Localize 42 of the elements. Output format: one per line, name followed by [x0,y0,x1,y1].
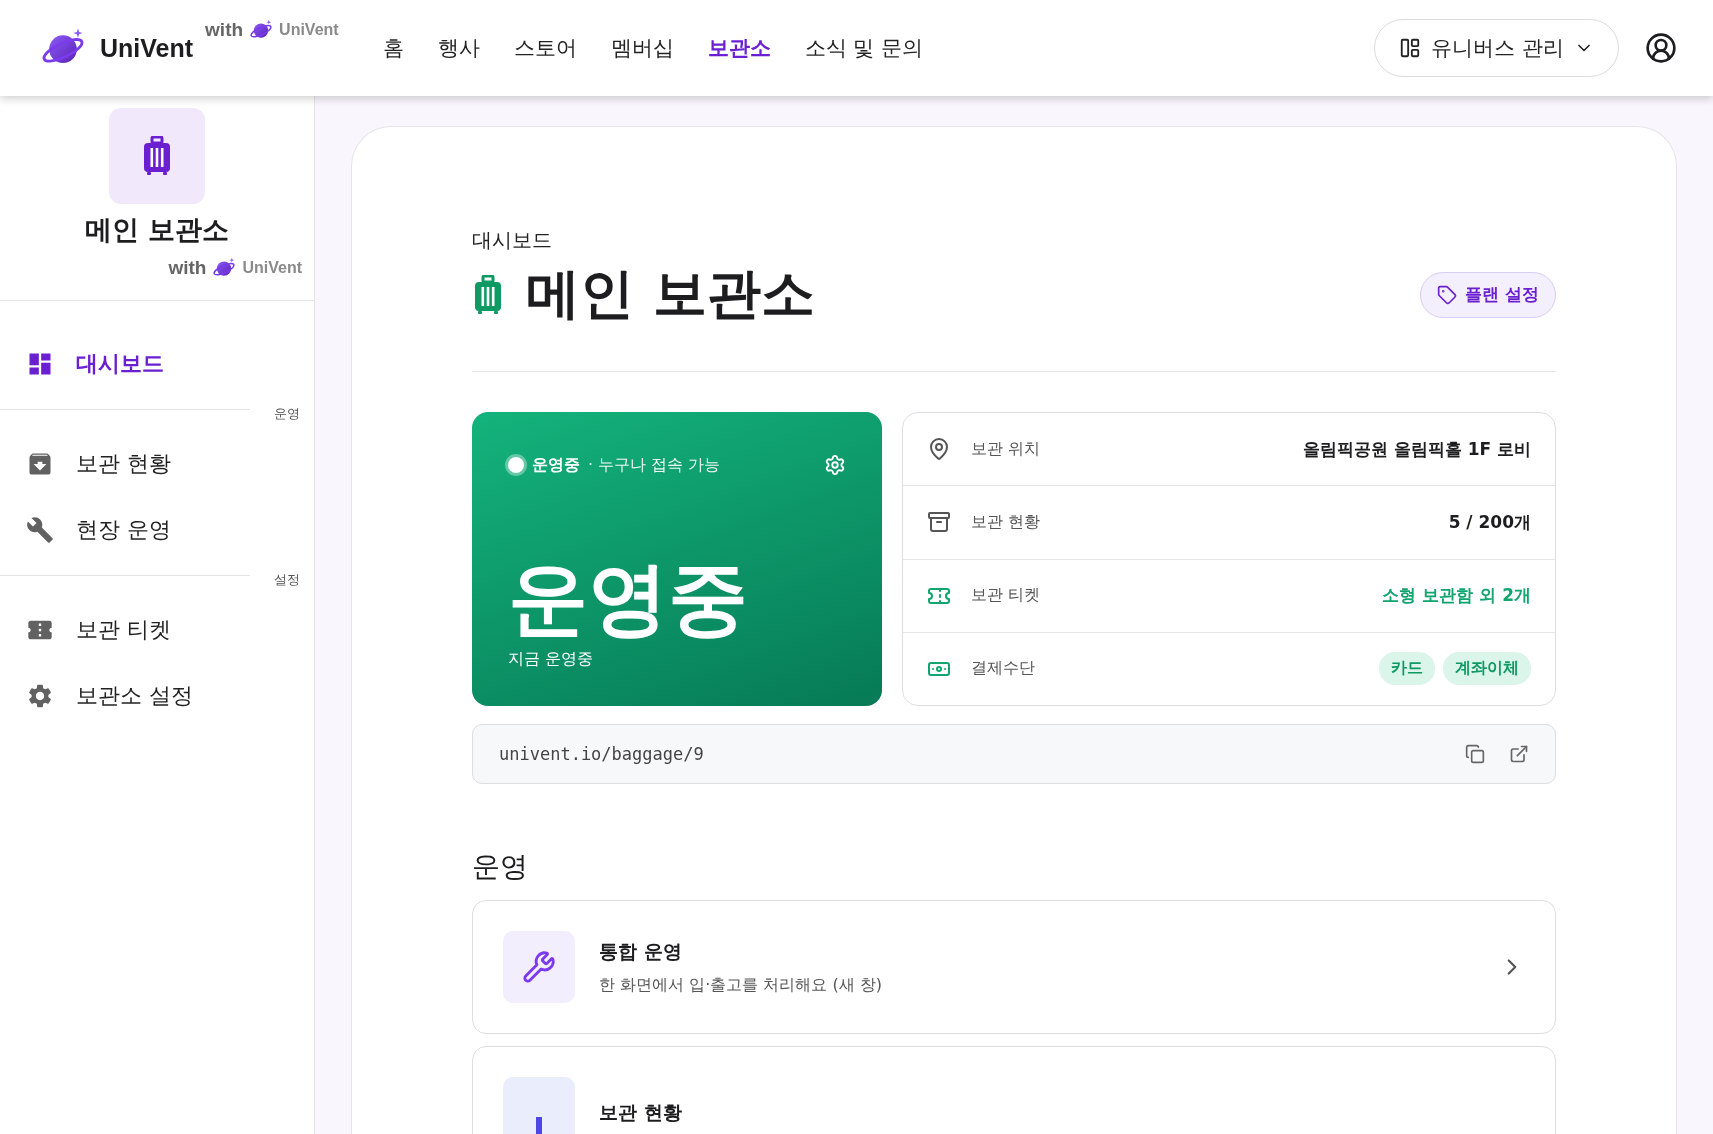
sidebar-item[interactable]: 대시보드 [0,331,314,397]
partner-name: UniVent [242,259,302,277]
sidebar-title: 메인 보관소 [84,213,230,247]
nav-link[interactable]: 홈 [382,34,404,62]
payment-tag: 계좌이체 [1443,652,1531,686]
section-label: 운영 [274,405,301,423]
access-label: · 누구나 접속 가능 [588,454,721,476]
sidebar-item[interactable]: 보관 현황 [0,431,314,497]
partner-name: UniVent [279,21,339,39]
menu-card-title: 통합 운영 [599,938,683,964]
with-label: with [205,19,244,41]
sidebar-item[interactable]: 보관소 설정 [0,663,314,729]
nav-link[interactable]: 소식 및 문의 [804,34,923,62]
breadcrumb: 대시보드 [472,227,553,254]
info-label: 보관 현황 [971,511,1041,533]
nav-link[interactable]: 스토어 [513,34,577,62]
status-caption: 지금 운영중 [508,649,595,670]
status-headline: 운영중 [508,559,749,639]
nav-link[interactable]: 보관소 [707,34,771,62]
section-title: 운영 [472,849,529,885]
menu-card[interactable]: 보관 현황 [472,1046,1556,1134]
sidebar-item[interactable]: 보관 티켓 [0,597,314,663]
brand-name[interactable]: UniVent [100,33,194,63]
nav-link[interactable]: 멤버십 [610,34,674,62]
section-label: 설정 [274,571,301,589]
url-text: univent.io/baggage/9 [499,744,704,764]
info-value: 올림픽공원 올림픽홀 1F 로비 [1302,437,1531,461]
info-label: 결제수단 [971,658,1035,680]
status-label: 운영중 [532,454,580,476]
info-value: 5 / 200개 [1448,510,1531,534]
plan-settings-button[interactable]: 플랜 설정 [1420,271,1556,318]
menu-card-description: 한 화면에서 입·출고를 처리해요 (새 창) [599,974,882,996]
info-label: 보관 위치 [971,438,1041,460]
menu-card[interactable]: 통합 운영 한 화면에서 입·출고를 처리해요 (새 창) [472,900,1556,1034]
info-label: 보관 티켓 [971,585,1041,607]
nav-link[interactable]: 행사 [437,34,480,62]
universe-menu-button[interactable]: 유니버스 관리 [1374,19,1619,77]
sidebar-item[interactable]: 현장 운영 [0,497,314,563]
with-label: with [168,257,207,279]
payment-tag: 카드 [1379,652,1435,686]
menu-card-title: 보관 현황 [599,1100,682,1125]
page-title: 메인 보관소 [526,261,815,327]
